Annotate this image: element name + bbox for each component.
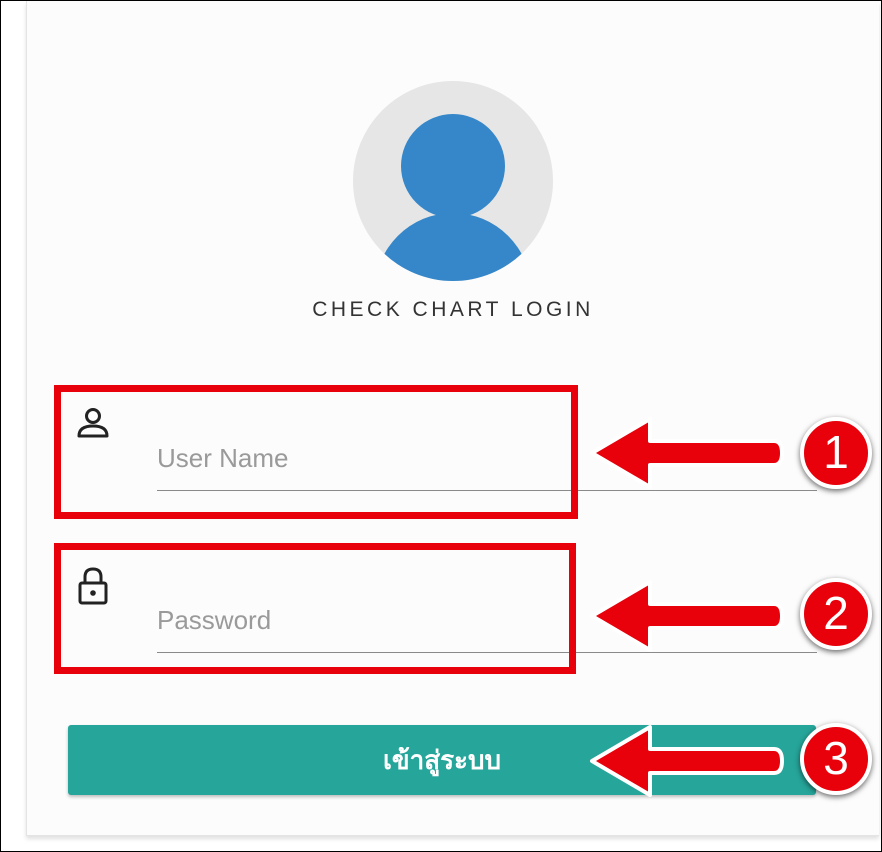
arrow-left-icon [590, 417, 784, 489]
step-badge-2: 2 [800, 578, 872, 650]
annotation-box-password [54, 543, 576, 674]
step-badge-3: 3 [800, 723, 872, 795]
step-badge-1: 1 [800, 417, 872, 489]
arrow-left-icon [590, 725, 784, 797]
login-title: CHECK CHART LOGIN [312, 298, 594, 321]
annotation-box-username [54, 385, 578, 519]
user-avatar-icon [353, 81, 553, 281]
avatar-head [401, 114, 505, 218]
avatar-body [375, 213, 531, 281]
arrow-left-icon [590, 580, 784, 652]
